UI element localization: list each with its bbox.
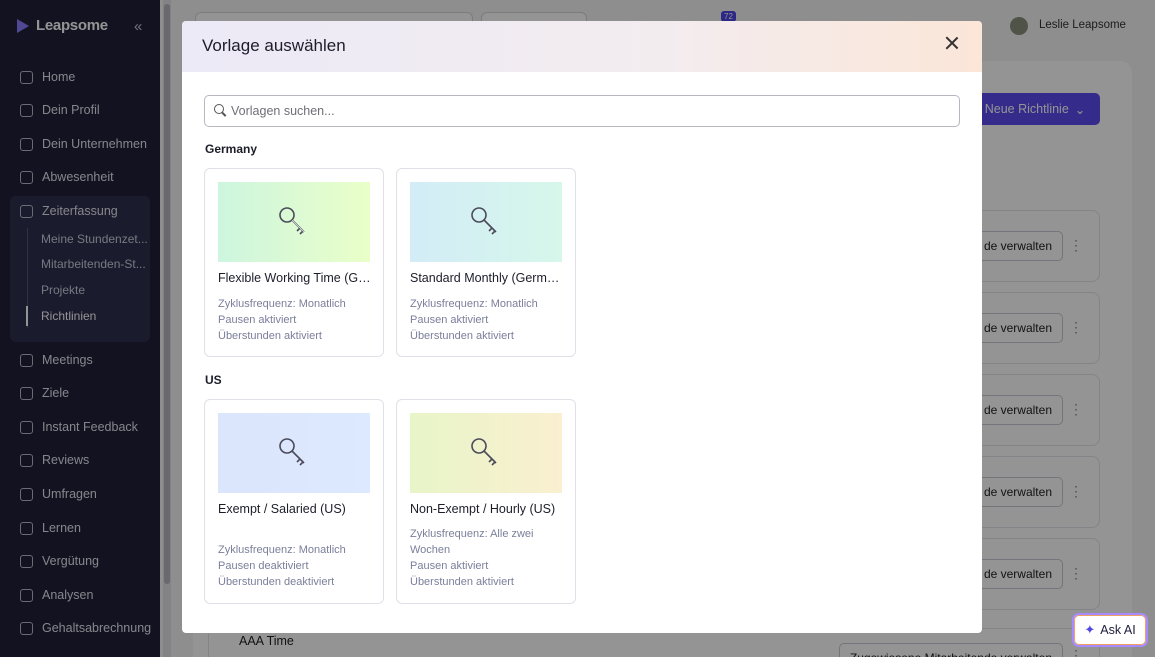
close-icon[interactable]	[944, 35, 960, 51]
template-search[interactable]	[204, 95, 960, 127]
cycle-frequency: Zyklusfrequenz: Monatlich	[218, 298, 346, 310]
overtime-status: Überstunden deaktiviert	[218, 576, 335, 588]
search-icon	[214, 104, 226, 116]
breaks-status: Pausen aktiviert	[218, 314, 297, 326]
key-icon	[279, 207, 306, 235]
template-title: Non-Exempt / Hourly (US)	[410, 502, 556, 516]
template-card[interactable]: Non-Exempt / Hourly (US) Zyklusfrequenz:…	[396, 399, 576, 604]
template-thumbnail	[218, 413, 370, 493]
section-label-us: US	[205, 373, 222, 387]
template-title: Standard Monthly (Germa...	[410, 271, 564, 285]
key-icon	[471, 438, 497, 466]
cycle-frequency: Zyklusfrequenz: Monatlich	[410, 298, 538, 310]
section-label-germany: Germany	[205, 142, 258, 156]
template-search-input[interactable]	[231, 96, 931, 126]
cycle-frequency: Zyklusfrequenz: Alle zwei Wochen	[410, 528, 534, 556]
template-card[interactable]: Exempt / Salaried (US) Zyklusfrequenz: M…	[204, 399, 384, 604]
template-title: Flexible Working Time (Ge...	[218, 271, 372, 285]
overtime-status: Überstunden aktiviert	[218, 330, 322, 342]
template-card[interactable]: Standard Monthly (Germa... Zyklusfrequen…	[396, 168, 576, 357]
template-meta: Zyklusfrequenz: Monatlich Pausen aktivie…	[218, 296, 368, 344]
template-picker-dialog: Vorlage auswählen Germany Flexible Worki…	[182, 21, 982, 633]
ask-ai-label: Ask AI	[1100, 623, 1136, 637]
template-thumbnail	[218, 182, 370, 262]
cycle-frequency: Zyklusfrequenz: Monatlich	[218, 544, 346, 556]
overtime-status: Überstunden aktiviert	[410, 576, 514, 588]
dialog-title: Vorlage auswählen	[202, 36, 346, 55]
template-meta: Zyklusfrequenz: Alle zwei Wochen Pausen …	[410, 526, 560, 590]
template-meta: Zyklusfrequenz: Monatlich Pausen aktivie…	[410, 296, 560, 344]
breaks-status: Pausen aktiviert	[410, 314, 489, 326]
sparkle-icon: ✦	[1084, 622, 1096, 637]
overtime-status: Überstunden aktiviert	[410, 330, 514, 342]
template-thumbnail	[410, 182, 562, 262]
key-icon	[279, 438, 305, 466]
template-thumbnail	[410, 413, 562, 493]
template-card[interactable]: Flexible Working Time (Ge... Zyklusfrequ…	[204, 168, 384, 357]
ask-ai-button[interactable]: ✦ Ask AI	[1072, 613, 1148, 647]
template-title: Exempt / Salaried (US)	[218, 502, 346, 516]
breaks-status: Pausen deaktiviert	[218, 560, 309, 572]
dialog-header: Vorlage auswählen	[182, 21, 982, 72]
template-meta: Zyklusfrequenz: Monatlich Pausen deaktiv…	[218, 542, 368, 590]
breaks-status: Pausen aktiviert	[410, 560, 489, 572]
key-icon	[471, 207, 497, 235]
